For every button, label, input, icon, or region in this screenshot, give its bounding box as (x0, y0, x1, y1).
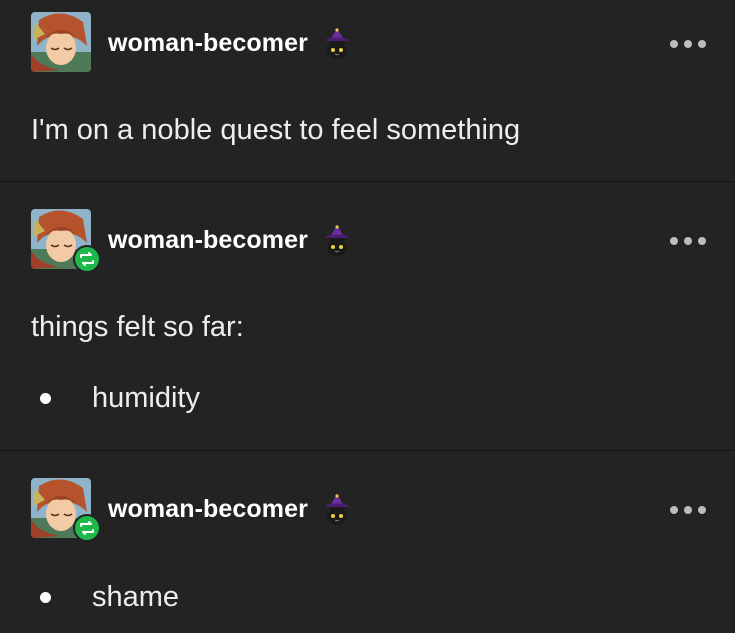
more-options-icon (670, 40, 678, 48)
more-options-icon (684, 40, 692, 48)
more-options-icon (684, 506, 692, 514)
bullet-icon (40, 592, 51, 603)
avatar-icon (31, 12, 91, 72)
post-text: things felt so far: (31, 311, 244, 343)
reblog-icon (73, 245, 101, 273)
witch-cat-badge-icon (322, 493, 352, 527)
more-options-icon (684, 237, 692, 245)
more-options-icon (698, 506, 706, 514)
witch-cat-badge-icon (322, 27, 352, 61)
avatar[interactable] (31, 12, 91, 72)
reblog-icon (73, 514, 101, 542)
post-1: woman-becomer I'm on a noble quest to fe… (0, 0, 735, 181)
list-item-text: shame (92, 581, 180, 613)
username[interactable]: woman-becomer (108, 226, 308, 255)
more-options-icon (670, 237, 678, 245)
more-options-icon (698, 40, 706, 48)
username[interactable]: woman-becomer (108, 29, 308, 58)
more-options-button[interactable] (670, 37, 708, 51)
username[interactable]: woman-becomer (108, 495, 308, 524)
more-options-icon (670, 506, 678, 514)
witch-cat-badge-icon (322, 224, 352, 258)
more-options-icon (698, 237, 706, 245)
list-item-text: humidity (92, 382, 200, 414)
more-options-button[interactable] (670, 234, 708, 248)
post-3: woman-becomer shame (0, 451, 735, 633)
more-options-button[interactable] (670, 503, 708, 517)
bullet-icon (40, 393, 51, 404)
post-text: I'm on a noble quest to feel something (31, 114, 521, 146)
post-2: woman-becomer things felt so far: humidi… (0, 182, 735, 450)
